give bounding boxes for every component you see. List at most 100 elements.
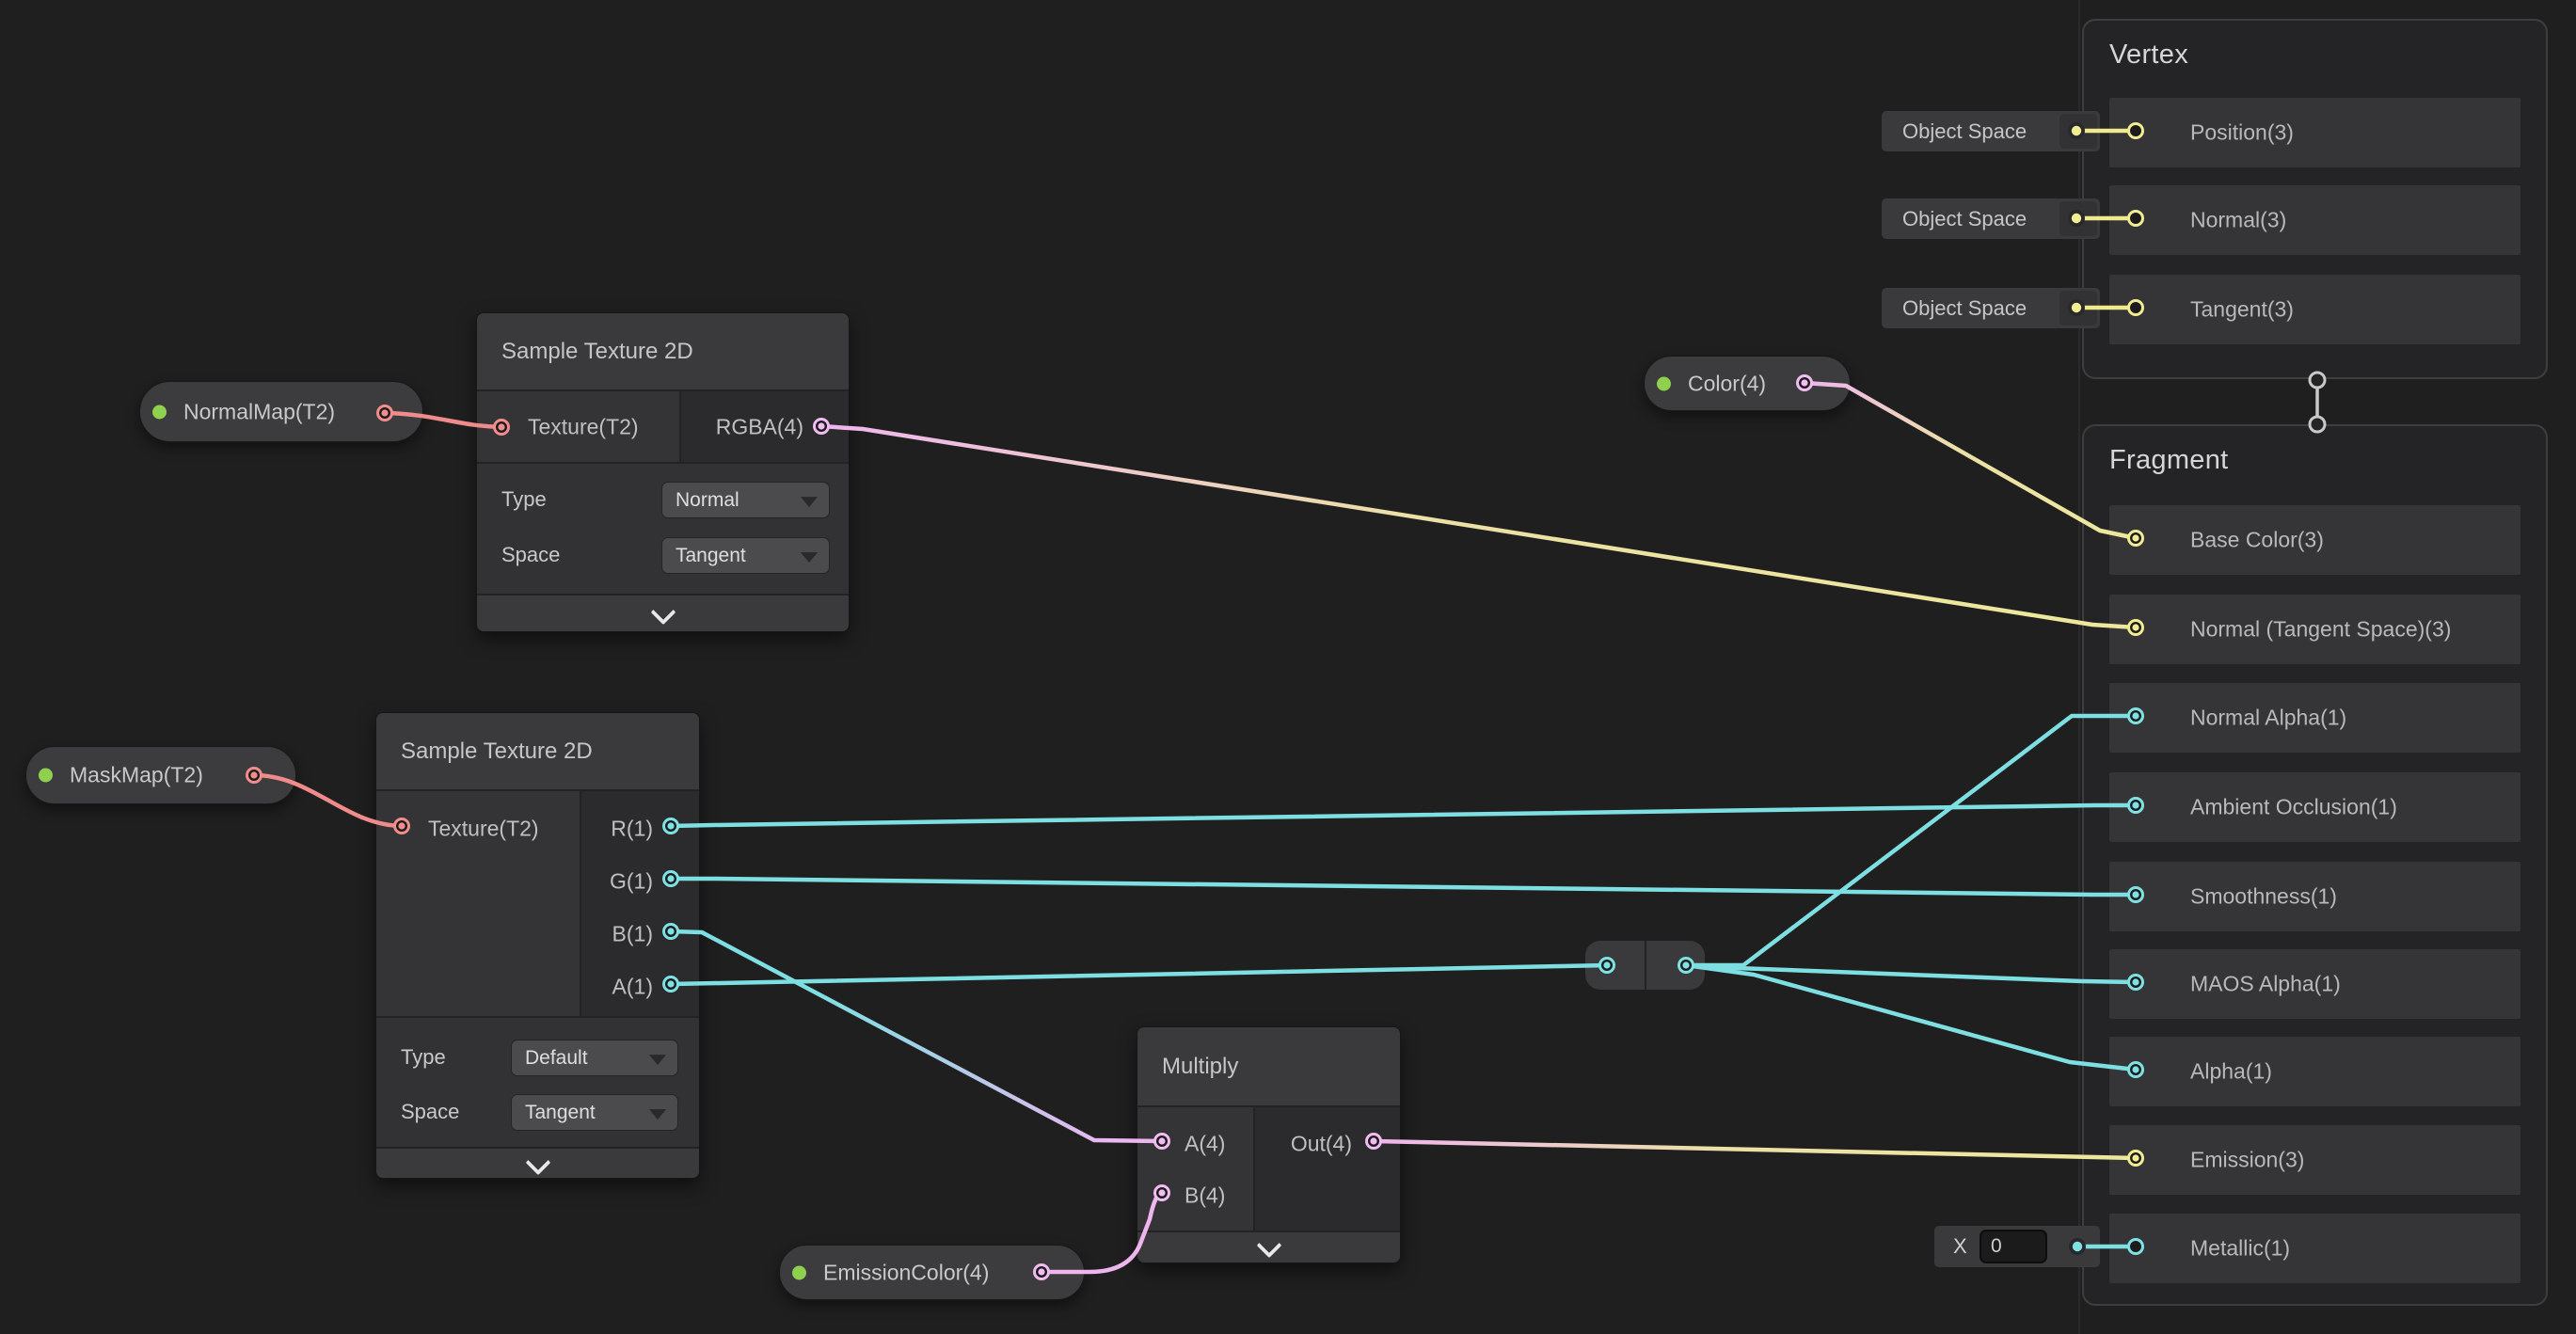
- dropdown-arrow-icon: [649, 1055, 666, 1065]
- fragment-row-normal-alpha1[interactable]: Normal Alpha(1): [2109, 683, 2520, 753]
- input-b-label: B(4): [1185, 1183, 1225, 1209]
- exposed-property-dot-icon: [39, 769, 53, 783]
- x-component-label: X: [1953, 1234, 1967, 1259]
- node-header[interactable]: Sample Texture 2D: [376, 713, 699, 789]
- fragment-row-emission3[interactable]: Emission(3): [2109, 1125, 2520, 1195]
- vertex-row-tangent3[interactable]: Tangent(3): [2109, 275, 2520, 344]
- type-label: Type: [401, 1045, 446, 1070]
- property-label: EmissionColor(4): [823, 1260, 989, 1285]
- vertex-title: Vertex: [2109, 40, 2188, 71]
- edge-redirect-out-to-fragment-maos-alpha[interactable]: [1686, 965, 2136, 982]
- exposed-property-dot-icon: [792, 1265, 806, 1279]
- input-port-label: Texture(T2): [428, 817, 539, 842]
- fragment-title: Fragment: [2109, 445, 2229, 476]
- output-port-label: Out(4): [1291, 1132, 1352, 1157]
- edge-sample2-g-to-fragment-smoothness[interactable]: [671, 879, 2136, 895]
- input-port-label: Texture(T2): [528, 414, 639, 439]
- exposed-property-dot-icon: [152, 405, 167, 419]
- node-header[interactable]: Sample Texture 2D: [477, 313, 849, 389]
- object-space-badge-2[interactable]: Object Space: [1882, 199, 2100, 239]
- property-label: MaskMap(T2): [70, 763, 203, 788]
- row-label: Position(3): [2190, 120, 2294, 146]
- fragment-row-normal-tangent-space3[interactable]: Normal (Tangent Space)(3): [2109, 595, 2520, 664]
- fragment-row-smoothness1[interactable]: Smoothness(1): [2109, 862, 2520, 931]
- fragment-row-ambient-occlusion1[interactable]: Ambient Occlusion(1): [2109, 772, 2520, 842]
- edge-sample2-a-to-redirect-in[interactable]: [671, 965, 1607, 984]
- collapse-button[interactable]: [477, 594, 849, 632]
- row-label: Ambient Occlusion(1): [2190, 795, 2397, 820]
- row-label: Emission(3): [2190, 1148, 2304, 1173]
- row-label: Smoothness(1): [2190, 884, 2337, 910]
- property-node-normalmap[interactable]: NormalMap(T2): [139, 381, 423, 442]
- type-dropdown[interactable]: Normal: [661, 482, 830, 518]
- type-dropdown-value: Normal: [676, 489, 739, 512]
- space-label: Space: [401, 1100, 459, 1124]
- object-space-badge-3[interactable]: Object Space: [1882, 288, 2100, 328]
- space-dropdown[interactable]: Tangent: [661, 537, 830, 574]
- redirect-seam: [1645, 941, 1646, 990]
- edge-redirect-out-to-fragment-normal-alpha[interactable]: [1686, 716, 2136, 965]
- type-dropdown[interactable]: Default: [511, 1040, 678, 1076]
- fragment-row-maos-alpha1[interactable]: MAOS Alpha(1): [2109, 949, 2520, 1019]
- edge-redirect-out-to-fragment-alpha[interactable]: [1686, 965, 2136, 1070]
- property-label: Color(4): [1688, 371, 1766, 396]
- shader-graph-canvas[interactable]: Vertex Position(3) Normal(3) Tangent(3) Fr…: [0, 0, 2576, 1334]
- node-header[interactable]: Multiply: [1137, 1027, 1400, 1105]
- dropdown-arrow-icon: [649, 1109, 666, 1120]
- space-label: Space: [501, 543, 560, 567]
- context-connector-handle[interactable]: [2310, 373, 2325, 432]
- space-dropdown[interactable]: Tangent: [511, 1094, 678, 1131]
- property-node-emissioncolor[interactable]: EmissionColor(4): [779, 1245, 1085, 1300]
- node-title: Multiply: [1162, 1054, 1238, 1080]
- chevron-down-icon: [525, 1150, 550, 1175]
- node-multiply[interactable]: Multiply A(4) B(4) Out(4): [1137, 1026, 1401, 1263]
- vertex-row-normal3[interactable]: Normal(3): [2109, 185, 2520, 255]
- node-sample-texture-2d-2[interactable]: Sample Texture 2D Texture(T2) R(1)G(1)B(…: [375, 712, 700, 1179]
- badge-port-socket: [2059, 114, 2097, 149]
- dropdown-arrow-icon: [801, 497, 818, 507]
- object-space-badge-1[interactable]: Object Space: [1882, 111, 2100, 151]
- dropdown-arrow-icon: [801, 552, 818, 563]
- property-node-maskmap[interactable]: MaskMap(T2): [25, 746, 296, 804]
- fragment-row-alpha1[interactable]: Alpha(1): [2109, 1037, 2520, 1106]
- row-label: Metallic(1): [2190, 1236, 2290, 1262]
- output-port-label-g1: G(1): [610, 869, 653, 895]
- space-dropdown-value: Tangent: [676, 545, 746, 567]
- row-label: Normal (Tangent Space)(3): [2190, 617, 2451, 643]
- output-port-label-r1: R(1): [611, 817, 653, 842]
- badge-label: Object Space: [1902, 119, 2027, 144]
- badge-label: Object Space: [1902, 207, 2027, 231]
- edge-sample1-rgba-to-fragment-normal-tangent-space[interactable]: [821, 426, 2136, 627]
- row-label: Normal Alpha(1): [2190, 706, 2346, 731]
- node-sample-texture-2d-1[interactable]: Sample Texture 2D Texture(T2) RGBA(4) Ty…: [476, 312, 850, 632]
- fragment-row-base-color3[interactable]: Base Color(3): [2109, 505, 2520, 575]
- fragment-row-metallic1[interactable]: Metallic(1): [2109, 1214, 2520, 1283]
- row-label: Normal(3): [2190, 208, 2286, 233]
- metallic-value-input[interactable]: [1980, 1230, 2047, 1263]
- vertex-context-block[interactable]: Vertex Position(3) Normal(3) Tangent(3): [2082, 19, 2548, 379]
- output-port-label-a1: A(1): [612, 975, 653, 1000]
- collapse-button[interactable]: [1137, 1231, 1400, 1263]
- row-label: Alpha(1): [2190, 1059, 2272, 1085]
- vertex-row-position3[interactable]: Position(3): [2109, 98, 2520, 167]
- property-label: NormalMap(T2): [183, 399, 335, 424]
- edge-sample2-b-to-multiply-a[interactable]: [671, 931, 1162, 1141]
- edge-multiply-out-to-fragment-emission[interactable]: [1374, 1141, 2136, 1158]
- row-label: Tangent(3): [2190, 297, 2294, 323]
- edge-sample2-r-to-fragment-ambient-occlusion[interactable]: [671, 805, 2136, 826]
- space-dropdown-value: Tangent: [525, 1102, 596, 1124]
- type-label: Type: [501, 487, 547, 512]
- fragment-context-block[interactable]: Fragment Base Color(3) Normal (Tangent Sp…: [2082, 424, 2548, 1306]
- redirect-node[interactable]: [1585, 941, 1705, 990]
- output-port-label: RGBA(4): [716, 414, 803, 439]
- metallic-default-widget[interactable]: X: [1934, 1226, 2100, 1267]
- type-dropdown-value: Default: [525, 1047, 588, 1070]
- exposed-property-dot-icon: [1657, 376, 1671, 390]
- chevron-down-icon: [650, 599, 676, 625]
- badge-port-socket: [2059, 291, 2097, 326]
- badge-port-socket: [2059, 201, 2097, 236]
- node-title: Sample Texture 2D: [401, 738, 593, 765]
- row-label: Base Color(3): [2190, 528, 2324, 553]
- property-node-color[interactable]: Color(4): [1644, 356, 1851, 411]
- collapse-button[interactable]: [376, 1147, 699, 1179]
